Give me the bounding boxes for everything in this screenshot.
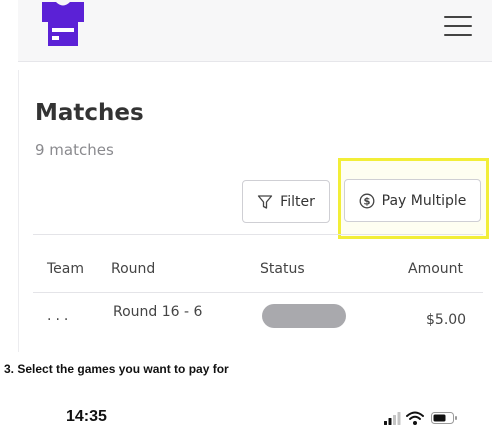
divider	[33, 234, 483, 235]
filter-button[interactable]: Filter	[242, 180, 330, 223]
app-header	[18, 0, 492, 62]
shirt-logo-icon[interactable]	[36, 2, 90, 48]
svg-text:$: $	[363, 196, 370, 207]
hamburger-menu-icon[interactable]	[444, 16, 472, 38]
header-divider	[33, 292, 483, 293]
pay-multiple-label: Pay Multiple	[381, 192, 467, 209]
team-cell: ...	[47, 308, 73, 324]
amount-cell: $5.00	[426, 312, 467, 328]
column-header-status[interactable]: Status	[260, 261, 305, 277]
status-icons	[384, 411, 457, 425]
column-header-amount[interactable]: Amount	[408, 261, 463, 277]
signal-icon	[384, 412, 401, 425]
column-header-round[interactable]: Round	[111, 261, 155, 277]
funnel-icon	[258, 194, 273, 209]
round-cell: Round 16 - 6	[113, 304, 203, 320]
battery-icon	[431, 412, 457, 424]
filter-label: Filter	[280, 193, 315, 210]
matches-panel: Matches 9 matches Filter $ Pay Multiple …	[18, 70, 492, 352]
column-header-team[interactable]: Team	[47, 261, 84, 277]
wifi-icon	[406, 411, 424, 425]
step-caption: 3. Select the games you want to pay for	[4, 362, 229, 376]
app-screenshot: Matches 9 matches Filter $ Pay Multiple …	[0, 0, 496, 352]
status-badge	[262, 304, 346, 328]
pay-multiple-button[interactable]: $ Pay Multiple	[344, 179, 481, 222]
dollar-circle-icon: $	[359, 193, 375, 208]
match-count: 9 matches	[35, 141, 114, 159]
status-time: 14:35	[66, 408, 107, 425]
page-title: Matches	[35, 100, 144, 126]
